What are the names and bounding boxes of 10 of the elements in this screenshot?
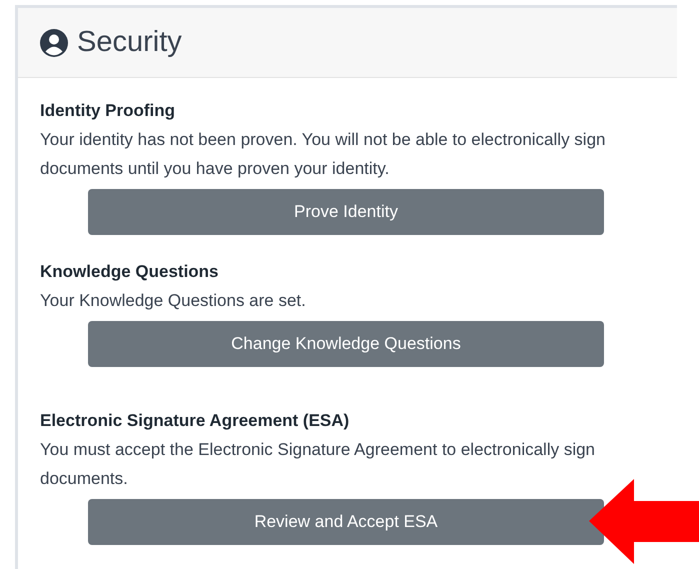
action-button[interactable]: Review and Accept ESA [88, 499, 604, 545]
section-heading: Electronic Signature Agreement (ESA) [40, 410, 350, 432]
section-description: You must accept the Electronic Signature Agreement to electronically sign documents. [40, 439, 596, 490]
section-heading: Knowledge Questions [40, 261, 220, 283]
action-button[interactable]: Change Knowledge Questions [88, 321, 604, 367]
action-button[interactable]: Prove Identity [88, 189, 604, 235]
card-title: Security [77, 24, 182, 60]
section-heading: Identity Proofing [40, 100, 176, 122]
section-description: Your identity has not been proven. You will not be able to electronically sign documents until you have proven your identity. [40, 129, 606, 180]
section-description: Your Knowledge Questions are set. [40, 290, 307, 312]
